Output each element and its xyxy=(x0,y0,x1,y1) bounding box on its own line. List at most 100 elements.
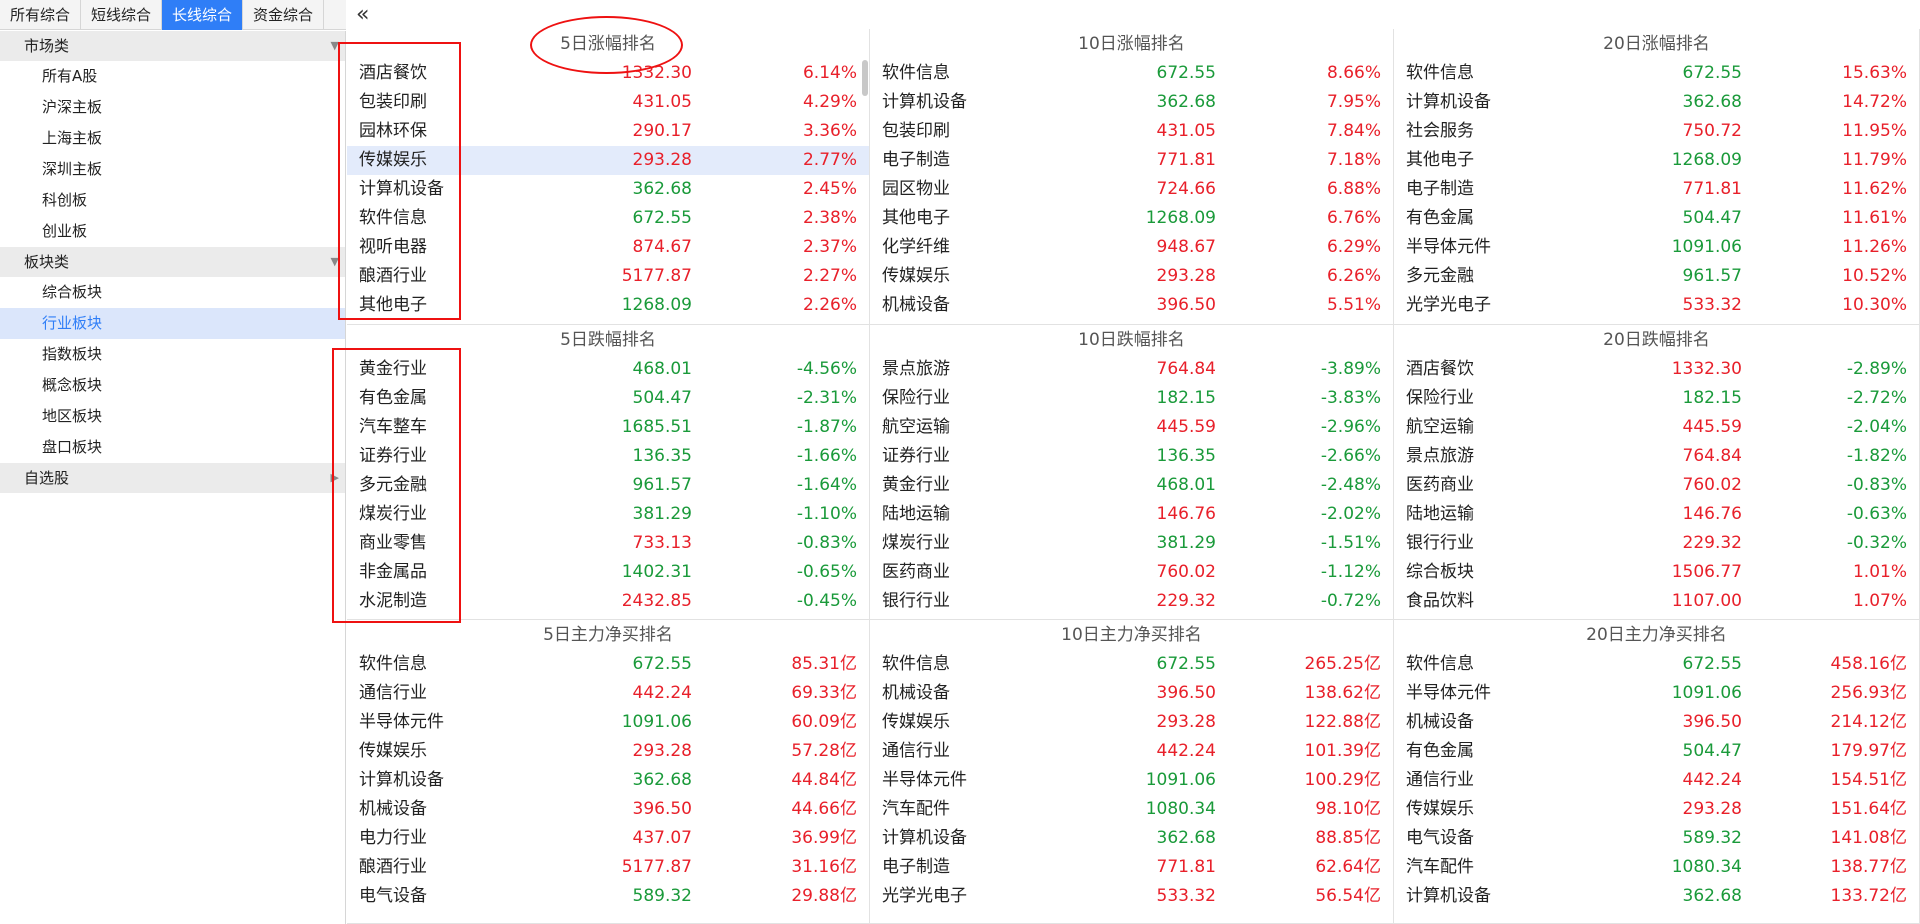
table-row[interactable]: 计算机设备 362.68 2.45% xyxy=(347,175,869,204)
tab-all-summary[interactable]: 所有综合 xyxy=(0,0,82,30)
table-row[interactable]: 综合板块 1506.77 1.01% xyxy=(1394,558,1919,587)
table-row[interactable]: 包装印刷 431.05 4.29% xyxy=(347,88,869,117)
table-row[interactable]: 证券行业 136.35 -1.66% xyxy=(347,442,869,471)
table-row[interactable]: 电气设备 589.32 29.88亿 xyxy=(347,882,869,911)
table-row[interactable]: 软件信息 672.55 15.63% xyxy=(1394,59,1919,88)
sidebar-item[interactable]: 所有A股 xyxy=(0,61,345,92)
table-row[interactable]: 商业零售 733.13 -0.83% xyxy=(347,529,869,558)
table-row[interactable]: 电子制造 771.81 11.62% xyxy=(1394,175,1919,204)
table-row[interactable]: 食品饮料 1107.00 1.07% xyxy=(1394,587,1919,616)
table-row[interactable]: 园区物业 724.66 6.88% xyxy=(870,175,1393,204)
tab-long-term-summary[interactable]: 长线综合 xyxy=(162,0,244,30)
sidebar-item[interactable]: 深圳主板 xyxy=(0,154,345,185)
table-row[interactable]: 水泥制造 2432.85 -0.45% xyxy=(347,587,869,616)
table-row[interactable]: 电力行业 437.07 36.99亿 xyxy=(347,824,869,853)
table-row[interactable]: 银行行业 229.32 -0.72% xyxy=(870,587,1393,616)
table-row[interactable]: 软件信息 672.55 265.25亿 xyxy=(870,650,1393,679)
table-row[interactable]: 非金属品 1402.31 -0.65% xyxy=(347,558,869,587)
table-row[interactable]: 保险行业 182.15 -2.72% xyxy=(1394,384,1919,413)
sidebar-group[interactable]: 板块类 ▼ xyxy=(0,247,345,277)
table-row[interactable]: 陆地运输 146.76 -2.02% xyxy=(870,500,1393,529)
table-row[interactable]: 多元金融 961.57 10.52% xyxy=(1394,262,1919,291)
sidebar-item[interactable]: 地区板块 xyxy=(0,401,345,432)
table-row[interactable]: 其他电子 1268.09 2.26% xyxy=(347,291,869,320)
table-row[interactable]: 证券行业 136.35 -2.66% xyxy=(870,442,1393,471)
table-row[interactable]: 陆地运输 146.76 -0.63% xyxy=(1394,500,1919,529)
table-row[interactable]: 电子制造 771.81 62.64亿 xyxy=(870,853,1393,882)
collapse-icon[interactable]: « xyxy=(356,2,369,27)
table-row[interactable]: 半导体元件 1091.06 60.09亿 xyxy=(347,708,869,737)
table-row[interactable]: 软件信息 672.55 2.38% xyxy=(347,204,869,233)
sidebar-item[interactable]: 创业板 xyxy=(0,216,345,247)
table-row[interactable]: 通信行业 442.24 154.51亿 xyxy=(1394,766,1919,795)
table-row[interactable]: 视听电器 874.67 2.37% xyxy=(347,233,869,262)
table-row[interactable]: 景点旅游 764.84 -3.89% xyxy=(870,355,1393,384)
table-row[interactable]: 有色金属 504.47 -2.31% xyxy=(347,384,869,413)
table-row[interactable]: 黄金行业 468.01 -2.48% xyxy=(870,471,1393,500)
sidebar-item[interactable]: 沪深主板 xyxy=(0,92,345,123)
table-row[interactable]: 园林环保 290.17 3.36% xyxy=(347,117,869,146)
table-row[interactable]: 其他电子 1268.09 11.79% xyxy=(1394,146,1919,175)
table-row[interactable]: 社会服务 750.72 11.95% xyxy=(1394,117,1919,146)
table-row[interactable]: 计算机设备 362.68 88.85亿 xyxy=(870,824,1393,853)
table-row[interactable]: 有色金属 504.47 179.97亿 xyxy=(1394,737,1919,766)
sidebar-item[interactable]: 指数板块 xyxy=(0,339,345,370)
table-row[interactable]: 航空运输 445.59 -2.96% xyxy=(870,413,1393,442)
table-row[interactable]: 半导体元件 1091.06 100.29亿 xyxy=(870,766,1393,795)
table-row[interactable]: 传媒娱乐 293.28 2.77% xyxy=(347,146,869,175)
sidebar-item[interactable]: 概念板块 xyxy=(0,370,345,401)
table-row[interactable]: 机械设备 396.50 214.12亿 xyxy=(1394,708,1919,737)
table-row[interactable]: 传媒娱乐 293.28 57.28亿 xyxy=(347,737,869,766)
table-row[interactable]: 计算机设备 362.68 44.84亿 xyxy=(347,766,869,795)
table-row[interactable]: 通信行业 442.24 101.39亿 xyxy=(870,737,1393,766)
table-row[interactable]: 煤炭行业 381.29 -1.51% xyxy=(870,529,1393,558)
table-row[interactable]: 传媒娱乐 293.28 122.88亿 xyxy=(870,708,1393,737)
table-row[interactable]: 汽车配件 1080.34 98.10亿 xyxy=(870,795,1393,824)
table-row[interactable]: 机械设备 396.50 44.66亿 xyxy=(347,795,869,824)
table-row[interactable]: 航空运输 445.59 -2.04% xyxy=(1394,413,1919,442)
sidebar-item[interactable]: 行业板块 xyxy=(0,308,345,339)
table-row[interactable]: 电子制造 771.81 7.18% xyxy=(870,146,1393,175)
table-row[interactable]: 机械设备 396.50 5.51% xyxy=(870,291,1393,320)
table-row[interactable]: 半导体元件 1091.06 11.26% xyxy=(1394,233,1919,262)
table-row[interactable]: 汽车配件 1080.34 138.77亿 xyxy=(1394,853,1919,882)
tab-fund-summary[interactable]: 资金综合 xyxy=(243,0,325,30)
table-row[interactable]: 医药商业 760.02 -0.83% xyxy=(1394,471,1919,500)
table-row[interactable]: 化学纤维 948.67 6.29% xyxy=(870,233,1393,262)
table-row[interactable]: 通信行业 442.24 69.33亿 xyxy=(347,679,869,708)
table-row[interactable]: 酿酒行业 5177.87 31.16亿 xyxy=(347,853,869,882)
table-row[interactable]: 酒店餐饮 1332.30 -2.89% xyxy=(1394,355,1919,384)
table-row[interactable]: 计算机设备 362.68 133.72亿 xyxy=(1394,882,1919,911)
sidebar-item[interactable]: 综合板块 xyxy=(0,277,345,308)
table-row[interactable]: 酿酒行业 5177.87 2.27% xyxy=(347,262,869,291)
table-row[interactable]: 酒店餐饮 1332.30 6.14% xyxy=(347,59,869,88)
table-row[interactable]: 光学光电子 533.32 56.54亿 xyxy=(870,882,1393,911)
table-row[interactable]: 计算机设备 362.68 14.72% xyxy=(1394,88,1919,117)
tab-short-term-summary[interactable]: 短线综合 xyxy=(81,0,163,30)
table-row[interactable]: 汽车整车 1685.51 -1.87% xyxy=(347,413,869,442)
table-row[interactable]: 其他电子 1268.09 6.76% xyxy=(870,204,1393,233)
table-row[interactable]: 软件信息 672.55 8.66% xyxy=(870,59,1393,88)
sidebar-item[interactable]: 盘口板块 xyxy=(0,432,345,463)
table-row[interactable]: 半导体元件 1091.06 256.93亿 xyxy=(1394,679,1919,708)
sidebar-group[interactable]: 市场类 ▼ xyxy=(0,31,345,61)
table-row[interactable]: 软件信息 672.55 458.16亿 xyxy=(1394,650,1919,679)
table-row[interactable]: 光学光电子 533.32 10.30% xyxy=(1394,291,1919,320)
table-row[interactable]: 软件信息 672.55 85.31亿 xyxy=(347,650,869,679)
table-row[interactable]: 包装印刷 431.05 7.84% xyxy=(870,117,1393,146)
table-row[interactable]: 医药商业 760.02 -1.12% xyxy=(870,558,1393,587)
table-row[interactable]: 有色金属 504.47 11.61% xyxy=(1394,204,1919,233)
scrollbar-thumb[interactable] xyxy=(862,60,868,96)
table-row[interactable]: 传媒娱乐 293.28 151.64亿 xyxy=(1394,795,1919,824)
sidebar-group[interactable]: 自选股 ▶ xyxy=(0,463,345,493)
table-row[interactable]: 景点旅游 764.84 -1.82% xyxy=(1394,442,1919,471)
table-row[interactable]: 计算机设备 362.68 7.95% xyxy=(870,88,1393,117)
sidebar-item[interactable]: 上海主板 xyxy=(0,123,345,154)
table-row[interactable]: 黄金行业 468.01 -4.56% xyxy=(347,355,869,384)
sidebar-item[interactable]: 科创板 xyxy=(0,185,345,216)
table-row[interactable]: 银行行业 229.32 -0.32% xyxy=(1394,529,1919,558)
table-row[interactable]: 煤炭行业 381.29 -1.10% xyxy=(347,500,869,529)
table-row[interactable]: 保险行业 182.15 -3.83% xyxy=(870,384,1393,413)
table-row[interactable]: 机械设备 396.50 138.62亿 xyxy=(870,679,1393,708)
table-row[interactable]: 传媒娱乐 293.28 6.26% xyxy=(870,262,1393,291)
